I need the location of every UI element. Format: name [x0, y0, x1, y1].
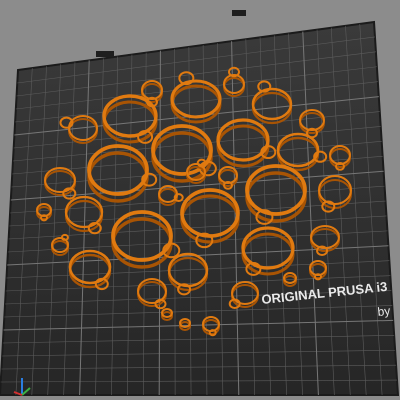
print-bed-scene: ORIGINAL PRUSA i3 by [0, 10, 400, 396]
bed-brand-sub: by [377, 304, 391, 319]
bed-clip-right [232, 10, 246, 16]
3d-viewport[interactable]: ORIGINAL PRUSA i3 by [0, 0, 400, 400]
bed-clip-left [96, 51, 114, 57]
